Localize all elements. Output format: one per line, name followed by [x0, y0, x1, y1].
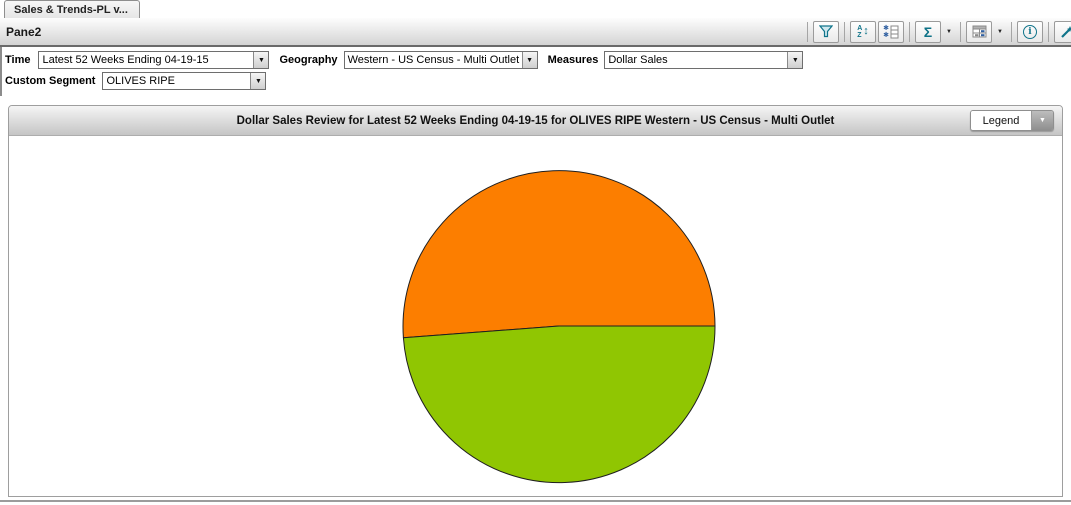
table-view-button[interactable]	[966, 21, 992, 43]
pie-slice-orange[interactable]	[403, 171, 715, 338]
column-select-icon: ✱ ✱	[883, 25, 899, 39]
legend-button[interactable]: Legend ▼	[970, 110, 1054, 131]
custom-segment-label: Custom Segment	[5, 75, 95, 87]
filter-panel: Time Latest 52 Weeks Ending 04-19-15 ▼ G…	[0, 47, 1071, 96]
dropdown-arrow-icon[interactable]: ▼	[522, 52, 537, 68]
dropdown-arrow-icon[interactable]: ▼	[250, 73, 265, 89]
aggregate-menu-button[interactable]: Σ	[915, 21, 941, 43]
table-grid-icon	[972, 25, 987, 38]
window-bottom-border	[0, 500, 1071, 502]
legend-button-label: Legend	[971, 111, 1031, 130]
dropdown-arrow-icon[interactable]: ▼	[787, 52, 802, 68]
filter-row-1: Time Latest 52 Weeks Ending 04-19-15 ▼ G…	[5, 51, 1071, 69]
time-dropdown[interactable]: Latest 52 Weeks Ending 04-19-15 ▼	[38, 51, 269, 69]
filter-button[interactable]	[813, 21, 839, 43]
pane-header: Pane2 A Z ↕ ✱ ✱	[0, 18, 1071, 47]
pie-slice-green[interactable]	[403, 326, 715, 483]
wand-button[interactable]	[1054, 21, 1071, 43]
geography-label: Geography	[279, 54, 337, 66]
tab-label: Sales & Trends-PL v...	[14, 4, 128, 16]
toolbar-separator	[1048, 22, 1049, 42]
column-select-button[interactable]: ✱ ✱	[878, 21, 904, 43]
time-value: Latest 52 Weeks Ending 04-19-15	[39, 52, 253, 68]
tab-bar: Sales & Trends-PL v...	[0, 0, 1071, 18]
toolbar-separator	[960, 22, 961, 42]
custom-segment-dropdown[interactable]: OLIVES RIPE ▼	[102, 72, 266, 90]
legend-dropdown-arrow-icon[interactable]: ▼	[1031, 111, 1053, 130]
info-icon: i	[1023, 25, 1037, 39]
filter-funnel-icon	[819, 25, 833, 38]
magic-wand-icon	[1060, 25, 1071, 39]
geography-value: Western - US Census - Multi Outlet	[345, 52, 522, 68]
chevron-down-icon: ▼	[997, 29, 1003, 35]
chart-area	[9, 136, 1062, 496]
toolbar-separator	[844, 22, 845, 42]
measures-label: Measures	[548, 54, 599, 66]
toolbar-separator	[909, 22, 910, 42]
tab-sales-trends[interactable]: Sales & Trends-PL v...	[4, 0, 140, 18]
toolbar-separator	[807, 22, 808, 42]
sort-az-button[interactable]: A Z ↕	[850, 21, 876, 43]
toolbar-separator	[1011, 22, 1012, 42]
chevron-down-icon: ▼	[946, 29, 952, 35]
aggregate-menu-arrow[interactable]: ▼	[942, 21, 956, 43]
custom-segment-value: OLIVES RIPE	[103, 73, 250, 89]
info-button[interactable]: i	[1017, 21, 1043, 43]
chart-title-bar: Dollar Sales Review for Latest 52 Weeks …	[9, 106, 1062, 136]
chart-panel: Dollar Sales Review for Latest 52 Weeks …	[8, 105, 1063, 497]
chart-title: Dollar Sales Review for Latest 52 Weeks …	[237, 115, 835, 127]
pie-chart	[9, 136, 1062, 496]
measures-value: Dollar Sales	[605, 52, 787, 68]
time-label: Time	[5, 54, 30, 66]
measures-dropdown[interactable]: Dollar Sales ▼	[604, 51, 803, 69]
geography-dropdown[interactable]: Western - US Census - Multi Outlet ▼	[344, 51, 538, 69]
sigma-icon: Σ	[924, 25, 932, 39]
pane-title: Pane2	[6, 25, 41, 39]
dropdown-arrow-icon[interactable]: ▼	[253, 52, 268, 68]
toolbar: A Z ↕ ✱ ✱ Σ ▼	[803, 18, 1071, 45]
filter-row-2: Custom Segment OLIVES RIPE ▼	[5, 72, 1071, 90]
table-view-arrow[interactable]: ▼	[993, 21, 1007, 43]
sort-az-icon: A Z ↕	[857, 25, 869, 39]
